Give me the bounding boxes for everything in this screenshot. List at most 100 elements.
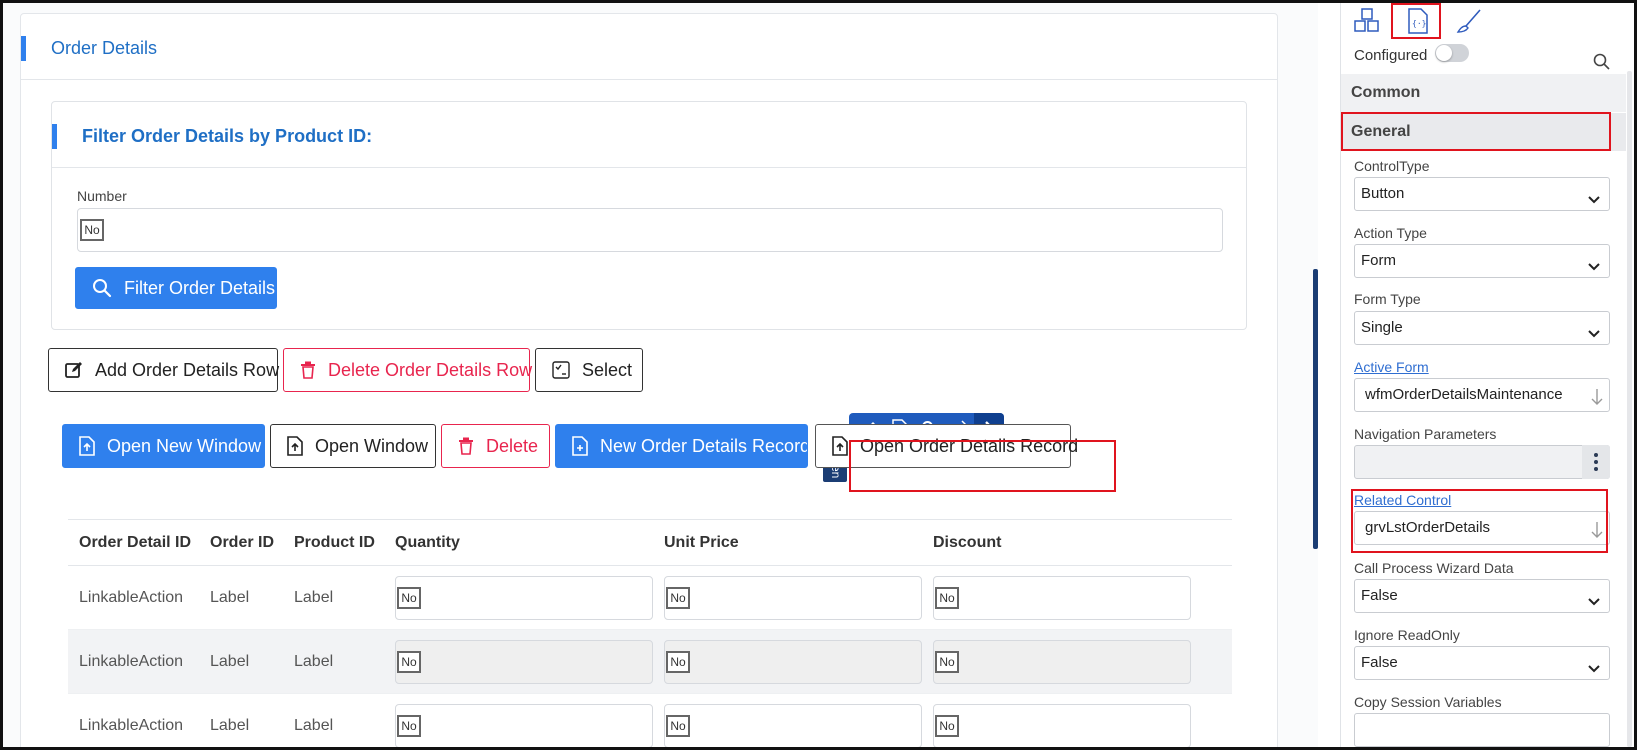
quantity-input[interactable]: No — [395, 639, 653, 684]
control-type-value: Button — [1361, 185, 1405, 202]
new-order-details-record-button[interactable]: New Order Details Record — [555, 424, 808, 468]
properties-panel: {·} Configured Common General ControlTyp… — [1340, 3, 1634, 747]
discount-cell: No — [922, 693, 1232, 747]
select-label: Select — [582, 359, 633, 380]
discount-input[interactable]: No — [933, 575, 1191, 620]
file-plus-icon — [572, 436, 588, 456]
call-process-select[interactable]: False — [1354, 579, 1610, 613]
edit-icon — [65, 361, 83, 379]
file-up-icon — [832, 436, 848, 456]
navigation-parameters-input[interactable] — [1354, 445, 1610, 479]
properties-scrollbar[interactable] — [1627, 71, 1632, 747]
col-product-id: Product ID — [283, 519, 384, 566]
related-control-value: grvLstOrderDetails — [1365, 519, 1491, 536]
add-row-label: Add Order Details Row — [95, 359, 280, 380]
panel-header: Order Details — [21, 14, 1277, 80]
unit-price-input[interactable]: No — [664, 703, 922, 747]
product-id-cell: Label — [283, 629, 384, 694]
no-value-badge: No — [397, 714, 421, 737]
section-general[interactable]: General — [1341, 113, 1626, 151]
unit-price-input[interactable]: No — [664, 639, 922, 684]
quantity-input[interactable]: No — [395, 703, 653, 747]
open-record-label: Open Order Details Record — [860, 435, 1079, 456]
discount-input[interactable]: No — [933, 639, 1191, 684]
components-icon[interactable] — [1353, 7, 1381, 35]
arrow-down-icon — [1591, 386, 1603, 418]
no-value-badge: No — [935, 714, 959, 737]
col-order-detail-id: Order Detail ID — [68, 519, 199, 566]
svg-text:{·}: {·} — [1412, 19, 1426, 28]
filter-box: Filter Order Details by Product ID: Numb… — [51, 101, 1247, 330]
active-form-value: wfmOrderDetailsMaintenance — [1365, 386, 1563, 403]
no-value-badge: No — [666, 586, 690, 609]
active-form-input[interactable]: wfmOrderDetailsMaintenance — [1354, 378, 1610, 412]
no-value-badge: No — [80, 219, 104, 241]
filter-accent-bar — [52, 124, 57, 149]
linkable-action[interactable]: LinkableAction — [68, 565, 199, 630]
trash-icon — [300, 361, 316, 379]
order-details-grid: Order Detail ID Order ID Product ID Quan… — [68, 519, 1232, 747]
checklist-icon — [552, 361, 570, 379]
arrow-down-icon — [1591, 519, 1603, 551]
copy-session-label: Copy Session Variables — [1354, 694, 1502, 710]
no-value-badge: No — [666, 714, 690, 737]
unit-price-cell: No — [653, 629, 922, 694]
grid-header-row: Order Detail ID Order ID Product ID Quan… — [68, 519, 1232, 566]
unit-price-input[interactable]: No — [664, 575, 922, 620]
action-type-value: Form — [1361, 252, 1396, 269]
more-options-icon[interactable] — [1582, 445, 1610, 479]
trash-icon — [458, 437, 474, 455]
call-process-value: False — [1361, 587, 1398, 604]
control-type-select[interactable]: Button — [1354, 177, 1610, 211]
chevron-down-icon — [1587, 254, 1601, 286]
col-discount: Discount — [922, 519, 1232, 566]
delete-order-details-row-button[interactable]: Delete Order Details Row — [283, 348, 533, 392]
linkable-action[interactable]: LinkableAction — [68, 693, 199, 747]
number-label: Number — [77, 188, 127, 204]
add-order-details-row-button[interactable]: Add Order Details Row — [48, 348, 280, 392]
ignore-readonly-label: Ignore ReadOnly — [1354, 627, 1460, 643]
related-control-input[interactable]: grvLstOrderDetails — [1354, 511, 1610, 545]
filter-title: Filter Order Details by Product ID: — [82, 126, 373, 146]
panel-accent-bar — [21, 36, 26, 61]
delete-label: Delete — [486, 435, 539, 456]
configured-toggle[interactable] — [1435, 44, 1469, 62]
open-new-window-button[interactable]: Open New Window — [62, 424, 265, 468]
filter-order-details-button[interactable]: Filter Order Details — [75, 267, 277, 309]
open-window-label: Open Window — [315, 435, 429, 456]
order-id-cell: Label — [199, 565, 283, 630]
linkable-action[interactable]: LinkableAction — [68, 629, 199, 694]
open-order-details-record-button[interactable]: Open Order Details Record — [815, 424, 1078, 468]
canvas-scrollbar[interactable] — [1313, 269, 1318, 549]
form-type-label: Form Type — [1354, 291, 1421, 307]
action-type-select[interactable]: Form — [1354, 244, 1610, 278]
brush-icon[interactable] — [1455, 7, 1483, 35]
toggle-knob — [1436, 45, 1452, 61]
copy-session-select[interactable] — [1354, 713, 1610, 747]
code-file-icon[interactable]: {·} — [1404, 7, 1432, 35]
number-input[interactable]: No — [77, 208, 1223, 252]
related-control-link[interactable]: Related Control — [1354, 492, 1451, 508]
select-button[interactable]: Select — [535, 348, 643, 392]
active-form-link[interactable]: Active Form — [1354, 359, 1429, 375]
chevron-down-icon — [1587, 656, 1601, 688]
discount-cell: No — [922, 629, 1232, 694]
open-window-button[interactable]: Open Window — [270, 424, 436, 468]
ignore-readonly-select[interactable]: False — [1354, 646, 1610, 680]
order-id-cell: Label — [199, 629, 283, 694]
delete-button[interactable]: Delete — [441, 424, 550, 468]
ignore-readonly-value: False — [1361, 654, 1398, 671]
table-row: LinkableAction Label Label No No No — [68, 693, 1232, 747]
configured-label: Configured — [1354, 47, 1428, 64]
no-value-badge: No — [666, 650, 690, 673]
search-icon[interactable] — [1593, 53, 1610, 75]
table-row: LinkableAction Label Label No No No — [68, 629, 1232, 694]
discount-input[interactable]: No — [933, 703, 1191, 747]
file-up-icon — [287, 436, 303, 456]
section-common[interactable]: Common — [1341, 74, 1626, 112]
delete-row-label: Delete Order Details Row — [328, 359, 533, 380]
panel-title: Order Details — [51, 38, 158, 58]
quantity-input[interactable]: No — [395, 575, 653, 620]
file-up-icon — [79, 436, 95, 456]
form-type-select[interactable]: Single — [1354, 311, 1610, 345]
